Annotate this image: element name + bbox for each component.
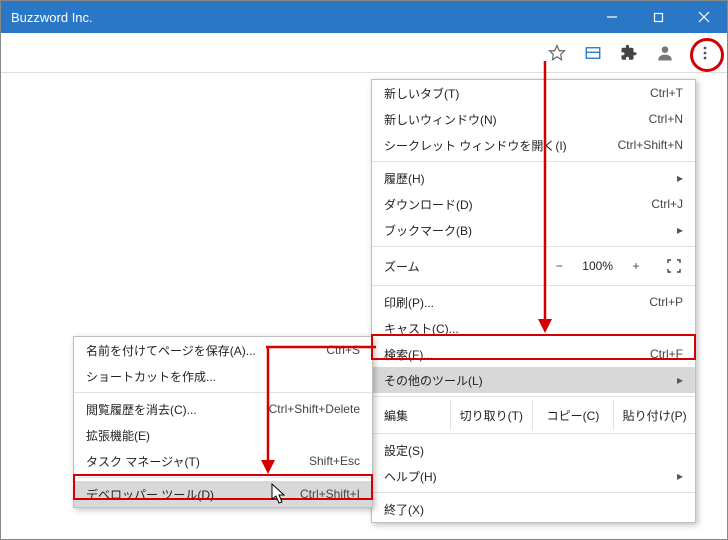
menu-separator — [372, 246, 695, 247]
chevron-right-icon: ▸ — [669, 373, 683, 387]
menu-item-label: ダウンロード(D) — [384, 196, 631, 213]
menu-find[interactable]: 検索(F)... Ctrl+F — [372, 341, 695, 367]
menu-item-label: ショートカットを作成... — [86, 368, 360, 385]
menu-copy[interactable]: コピー(C) — [532, 400, 614, 430]
menu-separator — [372, 492, 695, 493]
menu-item-label: 終了(X) — [384, 501, 683, 518]
menu-paste[interactable]: 貼り付け(P) — [613, 400, 695, 430]
window-controls — [589, 1, 727, 33]
menu-separator — [372, 285, 695, 286]
menu-item-shortcut: Ctrl+J — [631, 197, 683, 211]
menu-item-shortcut: Ctrl+Shift+N — [598, 138, 683, 152]
zoom-in-button[interactable]: + — [627, 259, 645, 273]
menu-separator — [372, 433, 695, 434]
menu-item-label: キャスト(C)... — [384, 320, 683, 337]
menu-item-label: シークレット ウィンドウを開く(I) — [384, 137, 598, 154]
submenu-dev-tools[interactable]: デベロッパー ツール(D) Ctrl+Shift+I — [74, 481, 372, 507]
menu-item-label: デベロッパー ツール(D) — [86, 486, 280, 503]
menu-new-window[interactable]: 新しいウィンドウ(N) Ctrl+N — [372, 106, 695, 132]
more-tools-submenu: 名前を付けてページを保存(A)... Ctrl+S ショートカットを作成... … — [73, 336, 373, 508]
menu-settings[interactable]: 設定(S) — [372, 437, 695, 463]
maximize-button[interactable] — [635, 1, 681, 33]
minimize-button[interactable] — [589, 1, 635, 33]
menu-item-label: その他のツール(L) — [384, 372, 669, 389]
menu-item-shortcut: Ctrl+Shift+Delete — [249, 402, 360, 416]
titlebar: Buzzword Inc. — [1, 1, 727, 33]
menu-incognito[interactable]: シークレット ウィンドウを開く(I) Ctrl+Shift+N — [372, 132, 695, 158]
close-button[interactable] — [681, 1, 727, 33]
menu-item-shortcut: Ctrl+S — [306, 343, 360, 357]
menu-separator — [74, 392, 372, 393]
zoom-out-button[interactable]: − — [550, 259, 568, 273]
menu-item-shortcut: Ctrl+Shift+I — [280, 487, 360, 501]
menu-item-label: 新しいタブ(T) — [384, 85, 630, 102]
menu-cut[interactable]: 切り取り(T) — [450, 400, 532, 430]
menu-item-shortcut: Ctrl+T — [630, 86, 683, 100]
menu-separator — [372, 396, 695, 397]
cursor-icon — [271, 483, 287, 505]
menu-separator — [372, 161, 695, 162]
zoom-controls: − 100% + — [550, 257, 683, 275]
star-icon[interactable] — [547, 43, 567, 63]
submenu-save-as[interactable]: 名前を付けてページを保存(A)... Ctrl+S — [74, 337, 372, 363]
menu-item-label: 閲覧履歴を消去(C)... — [86, 401, 249, 418]
submenu-extensions[interactable]: 拡張機能(E) — [74, 422, 372, 448]
extensions-icon[interactable] — [619, 43, 639, 63]
menu-item-label: 設定(S) — [384, 442, 683, 459]
menu-item-label: 名前を付けてページを保存(A)... — [86, 342, 306, 359]
menu-cast[interactable]: キャスト(C)... — [372, 315, 695, 341]
menu-new-tab[interactable]: 新しいタブ(T) Ctrl+T — [372, 80, 695, 106]
menu-exit[interactable]: 終了(X) — [372, 496, 695, 522]
menu-more-tools[interactable]: その他のツール(L) ▸ — [372, 367, 695, 393]
menu-item-label: 印刷(P)... — [384, 294, 629, 311]
menu-bookmarks[interactable]: ブックマーク(B) ▸ — [372, 217, 695, 243]
menu-item-label: ブックマーク(B) — [384, 222, 669, 239]
menu-edit-row: 編集 切り取り(T) コピー(C) 貼り付け(P) — [372, 400, 695, 430]
kebab-menu-button[interactable] — [691, 39, 719, 67]
menu-history[interactable]: 履歴(H) ▸ — [372, 165, 695, 191]
edit-label: 編集 — [372, 400, 450, 430]
menu-item-shortcut: Ctrl+P — [629, 295, 683, 309]
submenu-task-manager[interactable]: タスク マネージャ(T) Shift+Esc — [74, 448, 372, 474]
menu-item-shortcut: Shift+Esc — [289, 454, 360, 468]
submenu-clear-browsing[interactable]: 閲覧履歴を消去(C)... Ctrl+Shift+Delete — [74, 396, 372, 422]
window-title: Buzzword Inc. — [11, 10, 589, 25]
menu-help[interactable]: ヘルプ(H) ▸ — [372, 463, 695, 489]
chevron-right-icon: ▸ — [669, 171, 683, 185]
menu-item-shortcut: Ctrl+F — [630, 347, 683, 361]
submenu-create-shortcut[interactable]: ショートカットを作成... — [74, 363, 372, 389]
chevron-right-icon: ▸ — [669, 469, 683, 483]
main-menu: 新しいタブ(T) Ctrl+T 新しいウィンドウ(N) Ctrl+N シークレッ… — [371, 79, 696, 523]
reader-icon[interactable] — [583, 43, 603, 63]
menu-downloads[interactable]: ダウンロード(D) Ctrl+J — [372, 191, 695, 217]
zoom-value: 100% — [582, 259, 613, 273]
menu-item-label: タスク マネージャ(T) — [86, 453, 289, 470]
browser-toolbar — [1, 33, 727, 73]
menu-item-label: 新しいウィンドウ(N) — [384, 111, 629, 128]
menu-print[interactable]: 印刷(P)... Ctrl+P — [372, 289, 695, 315]
zoom-label: ズーム — [384, 258, 550, 275]
menu-item-label: 履歴(H) — [384, 170, 669, 187]
menu-zoom: ズーム − 100% + — [372, 250, 695, 282]
menu-item-label: ヘルプ(H) — [384, 468, 669, 485]
profile-icon[interactable] — [655, 43, 675, 63]
menu-separator — [74, 477, 372, 478]
menu-item-label: 拡張機能(E) — [86, 427, 360, 444]
menu-item-label: 検索(F)... — [384, 346, 630, 363]
menu-item-shortcut: Ctrl+N — [629, 112, 683, 126]
fullscreen-icon[interactable] — [665, 257, 683, 275]
chevron-right-icon: ▸ — [669, 223, 683, 237]
